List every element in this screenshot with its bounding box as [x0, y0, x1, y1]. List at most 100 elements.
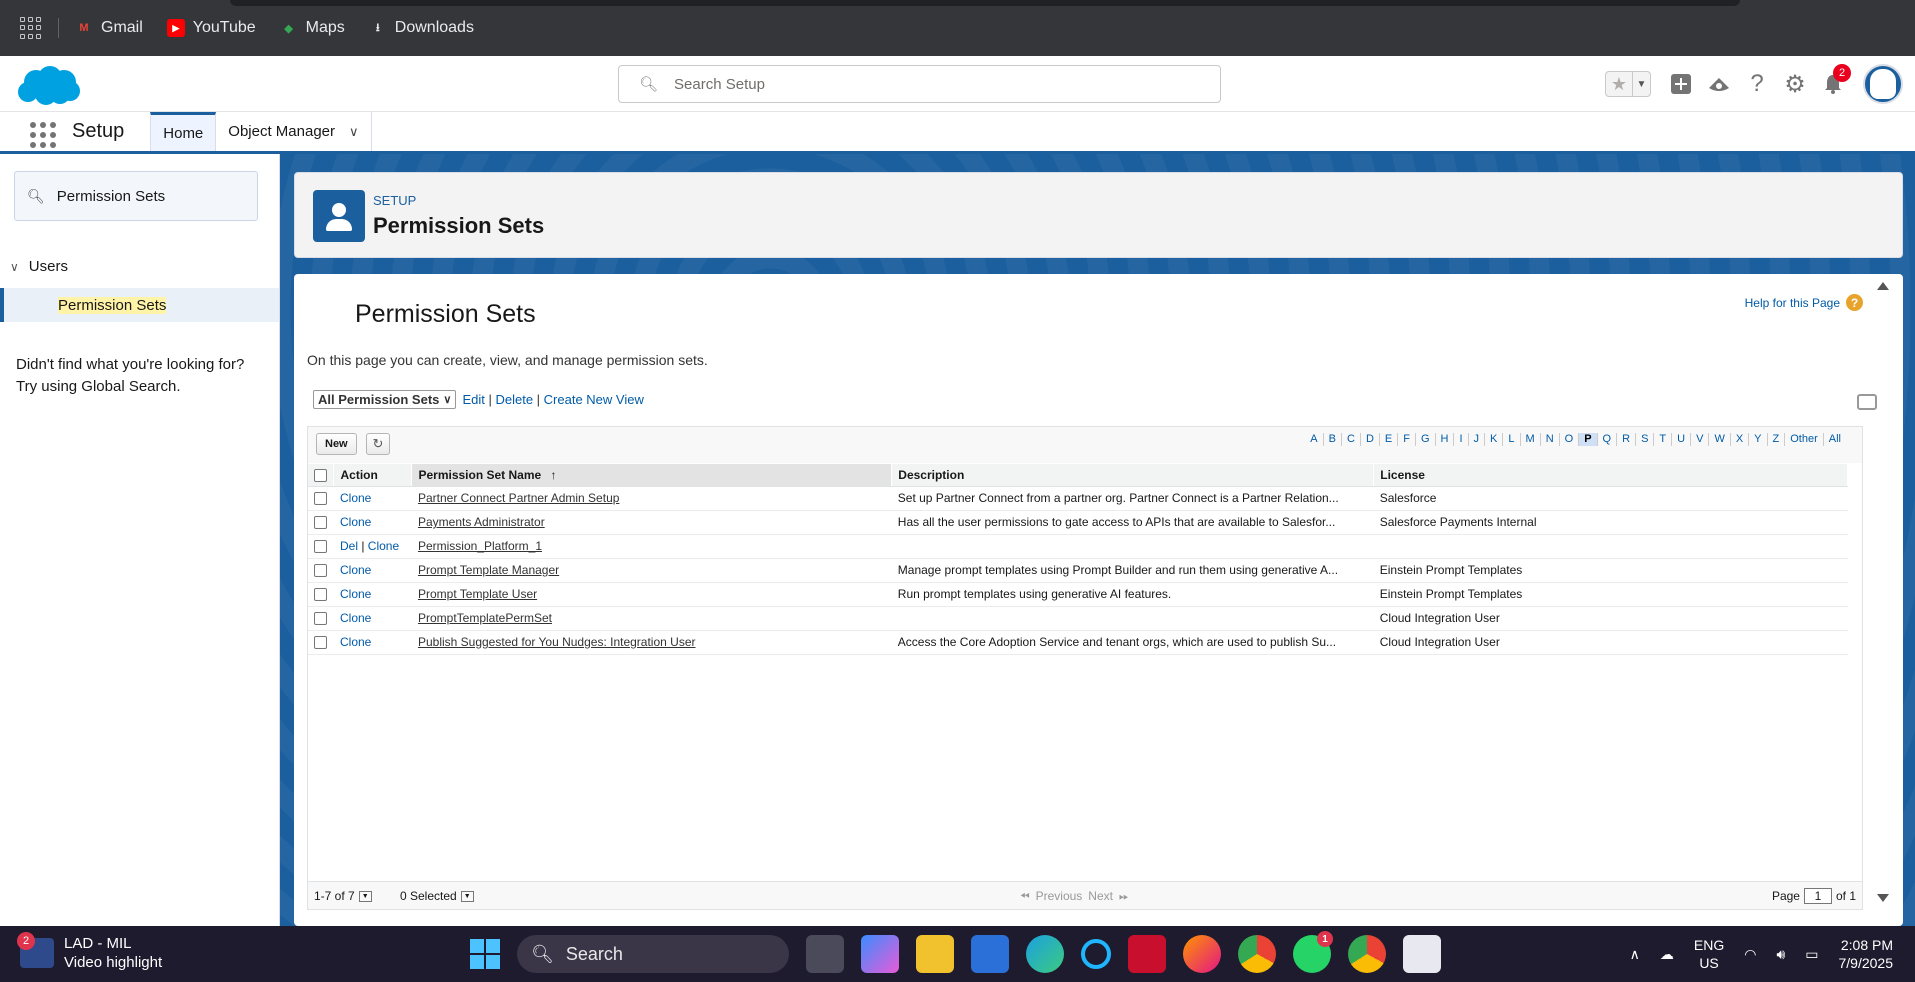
record-count[interactable]: 1-7 of 7 ▼: [314, 889, 372, 903]
firefox-icon[interactable]: [1183, 935, 1221, 973]
permission-set-link[interactable]: Permission_Platform_1: [418, 539, 542, 553]
alphabet-filter-s[interactable]: S: [1636, 433, 1655, 446]
permission-set-link[interactable]: Publish Suggested for You Nudges: Integr…: [418, 635, 696, 649]
edit-view-link[interactable]: Edit: [462, 392, 484, 407]
bookmark-maps[interactable]: ◆ Maps: [280, 19, 344, 37]
user-avatar[interactable]: [1863, 64, 1903, 104]
tree-node-users[interactable]: ∨ Users: [10, 258, 68, 275]
column-header-license[interactable]: License: [1373, 464, 1848, 487]
alphabet-filter-r[interactable]: R: [1617, 433, 1637, 446]
row-checkbox[interactable]: [314, 564, 327, 578]
alphabet-filter-b[interactable]: B: [1324, 433, 1342, 446]
chevron-up-icon[interactable]: ∧: [1630, 946, 1640, 963]
row-checkbox[interactable]: [314, 516, 327, 530]
taskbar-search[interactable]: 🔍︎ Search: [517, 935, 789, 973]
tree-node-permission-sets[interactable]: Permission Sets: [0, 288, 279, 322]
gear-icon[interactable]: ⚙: [1781, 70, 1809, 98]
alphabet-filter-c[interactable]: C: [1342, 433, 1361, 446]
alphabet-filter-p[interactable]: P: [1579, 433, 1598, 446]
global-actions-icon[interactable]: [1667, 70, 1695, 98]
column-header-description[interactable]: Description: [891, 464, 1375, 487]
help-icon[interactable]: ?: [1743, 70, 1771, 98]
permission-set-link[interactable]: Prompt Template Manager: [418, 563, 559, 577]
page-number-input[interactable]: 1: [1803, 888, 1832, 904]
row-checkbox[interactable]: [314, 612, 327, 626]
bookmark-gmail[interactable]: M Gmail: [75, 19, 142, 37]
clone-link[interactable]: Clone: [340, 563, 371, 577]
alphabet-filter-n[interactable]: N: [1541, 433, 1560, 446]
alphabet-filter-z[interactable]: Z: [1768, 433, 1786, 446]
news-widget[interactable]: 2 LAD - MIL Video highlight: [17, 932, 162, 972]
salesforce-logo[interactable]: [16, 64, 82, 108]
clone-link[interactable]: Clone: [340, 587, 371, 601]
alphabet-filter-i[interactable]: I: [1454, 433, 1469, 446]
clone-link[interactable]: Clone: [340, 515, 371, 529]
chrome-profile-icon[interactable]: [1238, 935, 1276, 973]
bookmark-youtube[interactable]: ▶ YouTube: [166, 19, 256, 37]
bell-icon[interactable]: 2: [1819, 64, 1851, 98]
alphabet-filter-k[interactable]: K: [1485, 433, 1504, 446]
permission-set-link[interactable]: Partner Connect Partner Admin Setup: [418, 491, 619, 505]
row-checkbox[interactable]: [314, 636, 327, 650]
delete-link[interactable]: Del: [340, 539, 358, 553]
alphabet-filter-l[interactable]: L: [1503, 433, 1521, 446]
file-explorer-icon[interactable]: [916, 935, 954, 973]
volume-icon[interactable]: 🔊︎: [1776, 946, 1785, 963]
tab-object-manager[interactable]: Object Manager ∨: [216, 112, 372, 151]
alphabet-filter-g[interactable]: G: [1416, 433, 1436, 446]
chrome-icon[interactable]: [1348, 935, 1386, 973]
cortana-icon[interactable]: [1081, 939, 1111, 969]
alphabet-filter-u[interactable]: U: [1672, 433, 1692, 446]
search-setup-input[interactable]: 🔍︎ Search Setup: [618, 65, 1221, 103]
select-all-checkbox[interactable]: [314, 468, 327, 482]
alphabet-filter-j[interactable]: J: [1469, 433, 1486, 446]
mcafee-icon[interactable]: [1128, 935, 1166, 973]
permission-set-link[interactable]: Payments Administrator: [418, 515, 545, 529]
clone-link[interactable]: Clone: [368, 539, 399, 553]
permission-set-link[interactable]: PromptTemplatePermSet: [418, 611, 552, 625]
language-indicator[interactable]: ENG US: [1694, 936, 1724, 972]
new-button[interactable]: New: [316, 433, 357, 455]
clone-link[interactable]: Clone: [340, 491, 371, 505]
snipping-tool-icon[interactable]: [1403, 935, 1441, 973]
help-link[interactable]: Help for this Page ?: [1745, 294, 1863, 311]
store-icon[interactable]: [971, 935, 1009, 973]
windows-start-icon[interactable]: [470, 939, 500, 969]
alphabet-filter-f[interactable]: F: [1398, 433, 1416, 446]
clone-link[interactable]: Clone: [340, 635, 371, 649]
refresh-icon[interactable]: ↻: [366, 433, 390, 455]
row-checkbox[interactable]: [314, 492, 327, 506]
view-select[interactable]: All Permission Sets ∨: [313, 390, 457, 409]
tab-home[interactable]: Home: [150, 112, 217, 151]
edge-icon[interactable]: [1026, 935, 1064, 973]
favorites-group[interactable]: ★ ▼: [1605, 71, 1651, 97]
alphabet-filter-other[interactable]: Other: [1785, 433, 1824, 446]
alphabet-filter-o[interactable]: O: [1560, 433, 1580, 446]
task-view-icon[interactable]: [806, 935, 844, 973]
bookmark-downloads[interactable]: ⭳ Downloads: [369, 19, 474, 37]
alphabet-filter-d[interactable]: D: [1361, 433, 1380, 446]
permission-set-link[interactable]: Prompt Template User: [418, 587, 537, 601]
battery-icon[interactable]: ▭: [1805, 946, 1818, 963]
app-launcher-icon[interactable]: [30, 122, 58, 148]
wifi-icon[interactable]: ◠: [1744, 946, 1756, 963]
chevron-down-icon[interactable]: ▼: [358, 890, 372, 902]
chevron-down-icon[interactable]: ∨: [349, 124, 359, 140]
trailhead-icon[interactable]: [1705, 70, 1733, 98]
alphabet-filter-a[interactable]: A: [1305, 433, 1324, 446]
delete-view-link[interactable]: Delete: [495, 392, 533, 407]
copilot-icon[interactable]: [861, 935, 899, 973]
printer-icon[interactable]: [1857, 394, 1877, 410]
scroll-down-arrow[interactable]: [1877, 894, 1889, 902]
alphabet-filter-all[interactable]: All: [1824, 433, 1846, 446]
clone-link[interactable]: Clone: [340, 611, 371, 625]
clock[interactable]: 2:08 PM 7/9/2025: [1839, 936, 1894, 972]
chevron-down-icon[interactable]: ∨: [10, 260, 19, 274]
quick-find-input[interactable]: 🔍︎ Permission Sets: [14, 171, 258, 221]
selected-count[interactable]: 0 Selected ▼: [400, 889, 474, 903]
alphabet-filter-x[interactable]: X: [1731, 433, 1750, 446]
star-icon[interactable]: ★: [1606, 74, 1632, 95]
alphabet-filter-y[interactable]: Y: [1749, 433, 1768, 446]
alphabet-filter-m[interactable]: M: [1521, 433, 1541, 446]
row-checkbox[interactable]: [314, 588, 327, 602]
